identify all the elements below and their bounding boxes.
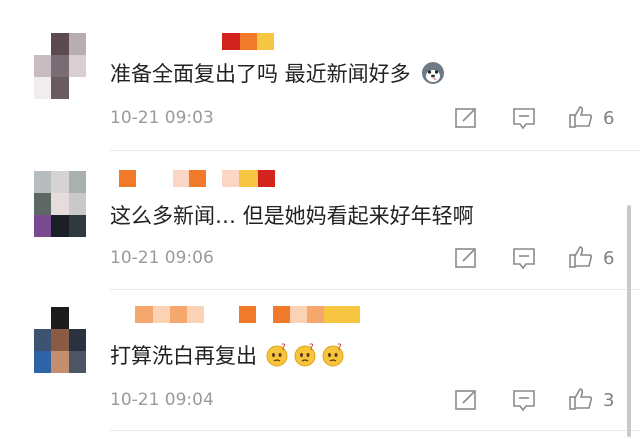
username-mosaic[interactable] bbox=[119, 170, 275, 187]
comment-text-body: 这么多新闻… 但是她妈看起来好年轻啊 bbox=[110, 204, 474, 228]
thumbs-up-icon[interactable] bbox=[568, 386, 594, 412]
edit-icon[interactable] bbox=[453, 105, 479, 131]
divider bbox=[110, 430, 640, 431]
avatar[interactable] bbox=[34, 171, 86, 237]
scrollbar[interactable] bbox=[627, 205, 631, 437]
comment-text: 这么多新闻… 但是她妈看起来好年轻啊 bbox=[110, 200, 474, 230]
comment-text: 准备全面复出了吗 最近新闻好多 bbox=[110, 58, 445, 88]
like-count: 6 bbox=[603, 248, 615, 269]
comment-text-body: 准备全面复出了吗 最近新闻好多 bbox=[110, 62, 411, 86]
username-mosaic[interactable] bbox=[135, 306, 360, 323]
edit-icon[interactable] bbox=[453, 387, 479, 413]
svg-text:?: ? bbox=[309, 343, 314, 353]
thumbs-up-icon[interactable] bbox=[568, 244, 594, 270]
comment-timestamp: 10-21 09:06 bbox=[110, 248, 214, 268]
svg-text:?: ? bbox=[281, 343, 286, 353]
thinking-face-emoji-icon: ? bbox=[321, 343, 345, 367]
comment-text-body: 打算洗白再复出 bbox=[110, 344, 257, 368]
comment-icon[interactable] bbox=[511, 245, 537, 271]
edit-icon[interactable] bbox=[453, 245, 479, 271]
avatar[interactable] bbox=[34, 307, 86, 373]
svg-text:?: ? bbox=[337, 343, 342, 353]
username-mosaic[interactable] bbox=[222, 33, 274, 50]
thinking-face-emoji-icon: ? bbox=[293, 343, 317, 367]
comment-timestamp: 10-21 09:04 bbox=[110, 390, 214, 410]
comment-text: 打算洗白再复出 ? ? ? bbox=[110, 340, 345, 370]
comment-icon[interactable] bbox=[511, 387, 537, 413]
divider bbox=[110, 289, 640, 290]
like-count: 3 bbox=[603, 390, 615, 411]
avatar[interactable] bbox=[34, 33, 86, 99]
like-count: 6 bbox=[603, 108, 615, 129]
thumbs-up-icon[interactable] bbox=[568, 104, 594, 130]
divider bbox=[110, 150, 640, 151]
comment-timestamp: 10-21 09:03 bbox=[110, 108, 214, 128]
husky-emoji-icon bbox=[421, 61, 445, 85]
thinking-face-emoji-icon: ? bbox=[265, 343, 289, 367]
comment-icon[interactable] bbox=[511, 105, 537, 131]
